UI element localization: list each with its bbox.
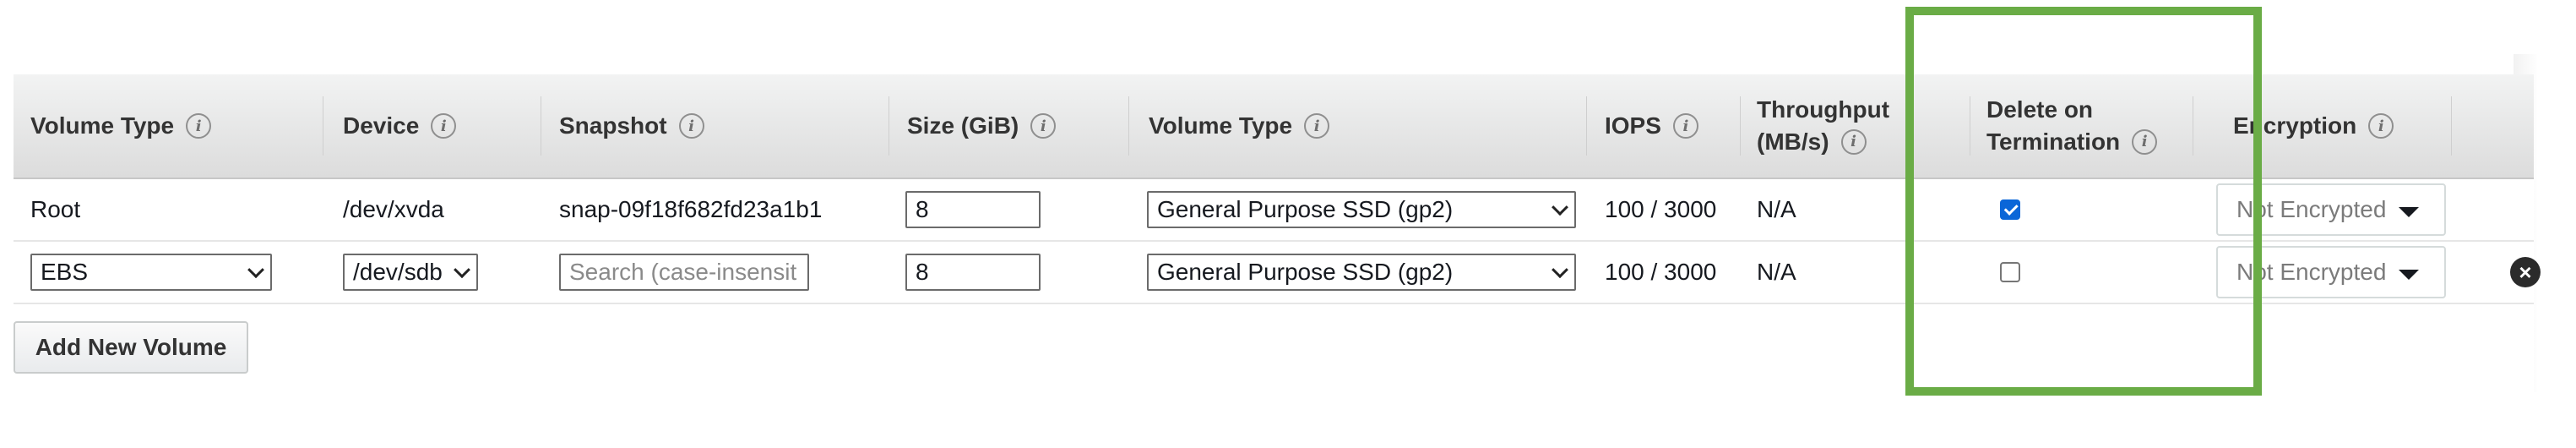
row-device: /dev/xvda	[343, 196, 444, 222]
ebs-volume-type-value: General Purpose SSD (gp2)	[1157, 196, 1454, 222]
header-ebs-volume-type-label: Volume Type	[1149, 112, 1293, 139]
info-icon[interactable]: i	[2368, 113, 2394, 139]
row-iops: 100 / 3000	[1605, 259, 1717, 285]
info-icon[interactable]: i	[186, 113, 212, 139]
volume-type-value: EBS	[41, 259, 89, 285]
remove-volume-icon[interactable]: ×	[2510, 257, 2541, 287]
header-throughput-line1: Throughput	[1757, 96, 1890, 123]
size-input-value: 8	[916, 196, 929, 222]
info-icon[interactable]: i	[1840, 129, 1867, 155]
header-iops-label: IOPS	[1605, 112, 1661, 139]
caret-down-icon	[2399, 270, 2419, 280]
header-device: Device i	[343, 74, 457, 178]
snapshot-search-input[interactable]: Search (case-insensit	[559, 254, 809, 291]
device-select[interactable]: /dev/sdb	[343, 254, 478, 291]
header-snapshot: Snapshot i	[559, 74, 704, 178]
size-input[interactable]: 8	[905, 254, 1041, 291]
ebs-volume-type-select[interactable]: General Purpose SSD (gp2)	[1147, 254, 1576, 291]
size-input-value: 8	[916, 259, 929, 285]
row-snapshot-id: snap-09f18f682fd23a1b1	[559, 196, 823, 222]
header-throughput-line2: (MB/s)	[1757, 128, 1829, 155]
chevron-down-icon	[454, 261, 470, 279]
device-value: /dev/sdb	[353, 259, 443, 285]
header-size: Size (GiB) i	[907, 74, 1057, 178]
info-icon[interactable]: i	[1030, 113, 1057, 139]
row-volume-type: Root	[30, 196, 81, 222]
header-volume-type: Volume Type i	[30, 74, 212, 178]
info-icon[interactable]: i	[1672, 113, 1698, 139]
row-throughput: N/A	[1757, 259, 1796, 285]
header-divider	[1586, 96, 1587, 156]
header-size-label: Size (GiB)	[907, 112, 1019, 139]
header-iops: IOPS i	[1605, 74, 1698, 178]
highlight-box	[1905, 7, 2262, 396]
info-icon[interactable]: i	[1304, 113, 1330, 139]
header-volume-type-label: Volume Type	[30, 112, 175, 139]
size-input[interactable]: 8	[905, 191, 1041, 228]
row-iops: 100 / 3000	[1605, 196, 1717, 222]
header-throughput: Throughput (MB/s) i	[1757, 74, 1926, 178]
info-icon[interactable]: i	[431, 113, 457, 139]
header-ebs-volume-type: Volume Type i	[1149, 74, 1330, 178]
info-icon[interactable]: i	[678, 113, 704, 139]
caret-down-icon	[2399, 207, 2419, 217]
ebs-volume-type-select[interactable]: General Purpose SSD (gp2)	[1147, 191, 1576, 228]
ebs-volume-type-value: General Purpose SSD (gp2)	[1157, 259, 1454, 285]
chevron-down-icon	[1552, 261, 1568, 279]
header-divider	[1740, 96, 1741, 156]
header-device-label: Device	[343, 112, 420, 139]
add-new-volume-button[interactable]: Add New Volume	[14, 321, 248, 374]
row-throughput: N/A	[1757, 196, 1796, 222]
header-snapshot-label: Snapshot	[559, 112, 667, 139]
chevron-down-icon	[1552, 199, 1568, 216]
header-divider	[2451, 96, 2452, 156]
volume-type-select[interactable]: EBS	[30, 254, 272, 291]
header-divider	[1128, 96, 1129, 156]
snapshot-search-placeholder: Search (case-insensit	[569, 259, 797, 285]
chevron-down-icon	[247, 261, 264, 279]
